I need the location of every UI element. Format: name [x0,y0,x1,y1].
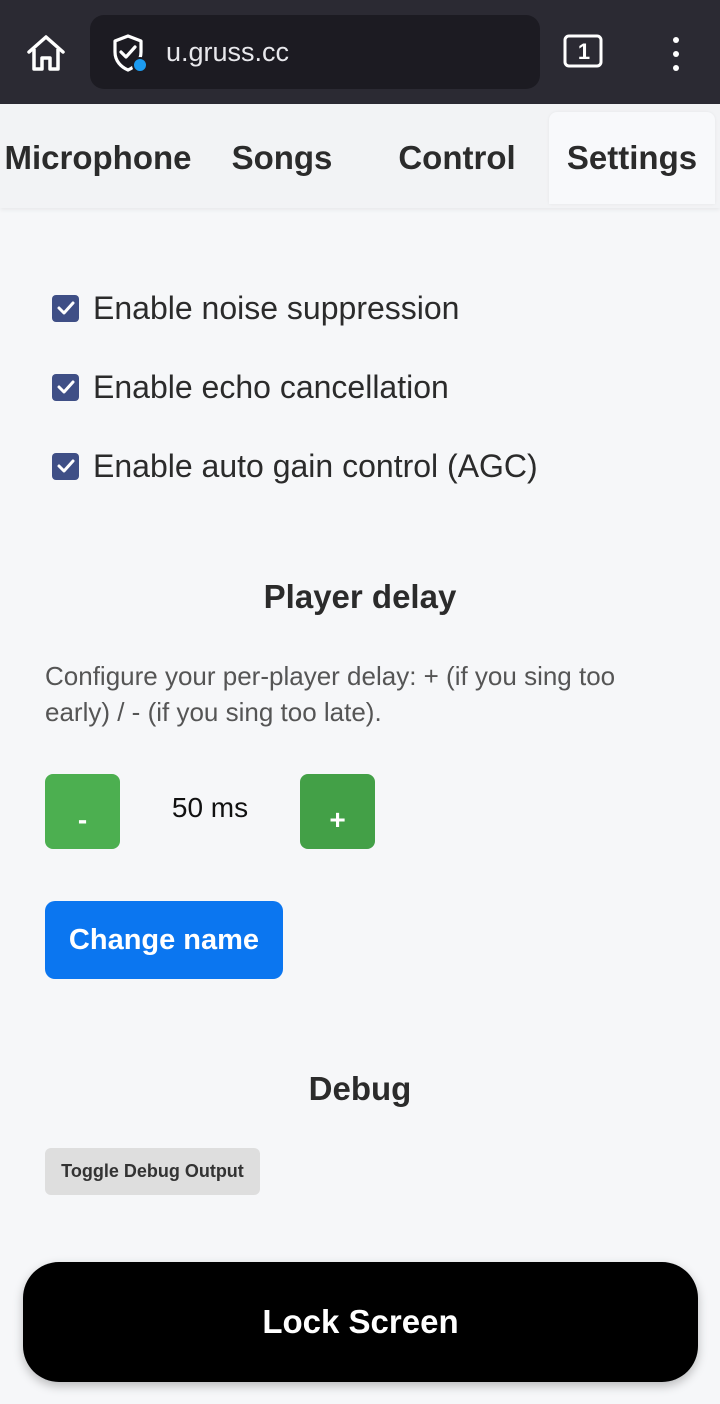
checkmark-icon [57,301,74,315]
url-bar[interactable]: u.gruss.cc [90,15,540,89]
delay-value: 50 ms [171,792,249,823]
app-tab-bar: Microphone Songs Control Settings [0,104,720,208]
debug-title: Debug [308,1070,412,1107]
tab-songs[interactable]: Songs [200,112,364,204]
toggle-debug-output-button[interactable]: Toggle Debug Output [45,1148,260,1195]
tab-control[interactable]: Control [372,112,542,204]
url-text: u.gruss.cc [166,37,290,67]
checkbox-label: Enable noise suppression [93,289,460,326]
echo-cancellation-option[interactable]: Enable echo cancellation [52,367,449,407]
checkmark-icon [57,459,74,473]
change-name-button[interactable]: Change name [45,901,283,979]
noise-suppression-checkbox[interactable] [52,294,79,322]
home-button[interactable] [22,30,70,76]
increase-delay-button[interactable]: + [300,774,375,849]
shield-check-icon[interactable] [108,33,148,73]
player-delay-description: Configure your per-player delay: + (if y… [45,661,616,727]
tab-settings[interactable]: Settings [549,112,715,204]
auto-gain-control-option[interactable]: Enable auto gain control (AGC) [52,446,538,486]
tab-count: 1 [577,39,591,64]
noise-suppression-option[interactable]: Enable noise suppression [52,288,459,328]
decrease-delay-button[interactable]: - [45,774,120,849]
checkbox-label: Enable auto gain control (AGC) [93,447,538,484]
more-vert-icon[interactable] [662,34,690,74]
auto-gain-control-checkbox[interactable] [52,452,79,480]
tabs-button[interactable]: 1 [562,33,606,71]
home-icon [27,35,65,71]
checkbox-label: Enable echo cancellation [93,368,449,405]
checkmark-icon [57,380,74,394]
echo-cancellation-checkbox[interactable] [52,373,79,401]
browser-toolbar: u.gruss.cc 1 [0,0,720,104]
lock-screen-button[interactable]: Lock Screen [23,1262,698,1382]
player-delay-title: Player delay [263,578,457,615]
tab-microphone[interactable]: Microphone [0,112,196,204]
